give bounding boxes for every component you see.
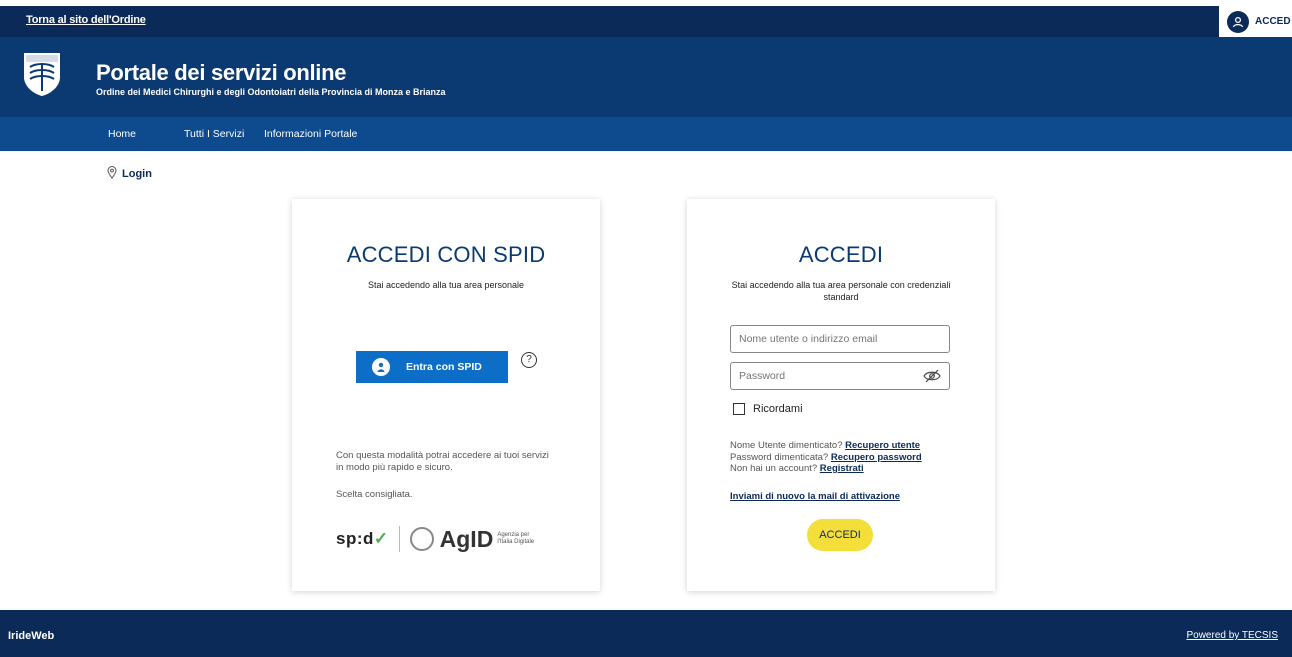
site-header: Portale dei servizi online Ordine dei Me… xyxy=(0,37,1292,117)
powered-by-link[interactable]: Powered by TECSIS xyxy=(1186,630,1278,641)
standard-login-card: ACCEDI Stai accedendo alla tua area pers… xyxy=(687,199,995,591)
recover-user-link[interactable]: Recupero utente xyxy=(845,440,920,451)
spid-login-card: ACCEDI CON SPID Stai accedendo alla tua … xyxy=(292,199,600,591)
login-card-description: Stai accedendo alla tua area personale c… xyxy=(731,280,951,302)
eye-slash-icon[interactable] xyxy=(923,369,941,383)
resend-activation-link[interactable]: Inviami di nuovo la mail di attivazione xyxy=(730,491,900,502)
header-login-label: ACCED xyxy=(1255,16,1291,27)
nav-item-portal-info[interactable]: Informazioni Portale xyxy=(264,128,357,140)
spid-card-title: ACCEDI CON SPID xyxy=(346,242,546,267)
spid-card-description: Stai accedendo alla tua area personale xyxy=(367,280,525,290)
spid-note: Con questa modalità potrai accedere ai t… xyxy=(336,450,549,473)
remember-checkbox[interactable] xyxy=(733,403,745,415)
breadcrumb-label: Login xyxy=(122,168,152,180)
user-icon xyxy=(1227,10,1249,33)
password-field-container xyxy=(730,362,950,390)
spid-user-icon xyxy=(372,358,390,376)
spid-login-button-label: Entra con SPID xyxy=(406,361,482,373)
breadcrumb: Login xyxy=(107,166,152,182)
portal-subtitle: Ordine dei Medici Chirurghi e degli Odon… xyxy=(96,87,446,97)
recover-password-link[interactable]: Recupero password xyxy=(831,452,922,463)
password-input[interactable] xyxy=(731,363,927,389)
top-bar: Torna al sito dell'Ordine ACCED xyxy=(0,6,1292,37)
logo-divider xyxy=(398,526,400,552)
spid-agid-logos: sp:d✓ AgID Agenzia per l'Italia Digitale xyxy=(336,524,537,554)
nav-item-home[interactable]: Home xyxy=(108,128,136,140)
login-submit-button[interactable]: ACCEDI xyxy=(807,519,873,551)
forgot-user-text: Nome Utente dimenticato? xyxy=(730,440,843,451)
site-footer: IrideWeb Powered by TECSIS xyxy=(0,610,1292,657)
nav-item-all-services[interactable]: Tutti I Servizi xyxy=(184,128,244,140)
help-icon[interactable]: ? xyxy=(521,352,537,368)
register-link[interactable]: Registrati xyxy=(820,463,864,474)
location-pin-icon xyxy=(107,166,117,182)
account-links: Nome Utente dimenticato? Recupero utente… xyxy=(730,440,922,475)
username-input[interactable] xyxy=(731,326,927,352)
spid-recommended: Scelta consigliata. xyxy=(336,489,413,500)
login-card-title: ACCEDI xyxy=(798,242,884,267)
forgot-password-text: Password dimenticata? xyxy=(730,451,829,463)
agid-logo-subtitle: Agenzia per l'Italia Digitale xyxy=(497,532,535,545)
order-logo-icon xyxy=(20,49,64,97)
back-to-site-link[interactable]: Torna al sito dell'Ordine xyxy=(26,14,146,26)
remember-label: Ricordami xyxy=(753,403,803,415)
portal-title: Portale dei servizi online xyxy=(96,60,347,85)
footer-brand: IrideWeb xyxy=(8,630,55,642)
username-field-container xyxy=(730,325,950,353)
no-account-text: Non hai un account? xyxy=(730,463,818,474)
header-login-button[interactable]: ACCED xyxy=(1219,6,1292,37)
agid-seal-icon xyxy=(409,527,434,551)
spid-logo: sp:d✓ xyxy=(336,529,389,548)
remember-me[interactable]: Ricordami xyxy=(733,403,803,415)
main-nav: Home Tutti I Servizi Informazioni Portal… xyxy=(0,117,1292,151)
spid-login-button[interactable]: Entra con SPID xyxy=(356,351,508,383)
agid-logo: AgID xyxy=(439,525,494,552)
